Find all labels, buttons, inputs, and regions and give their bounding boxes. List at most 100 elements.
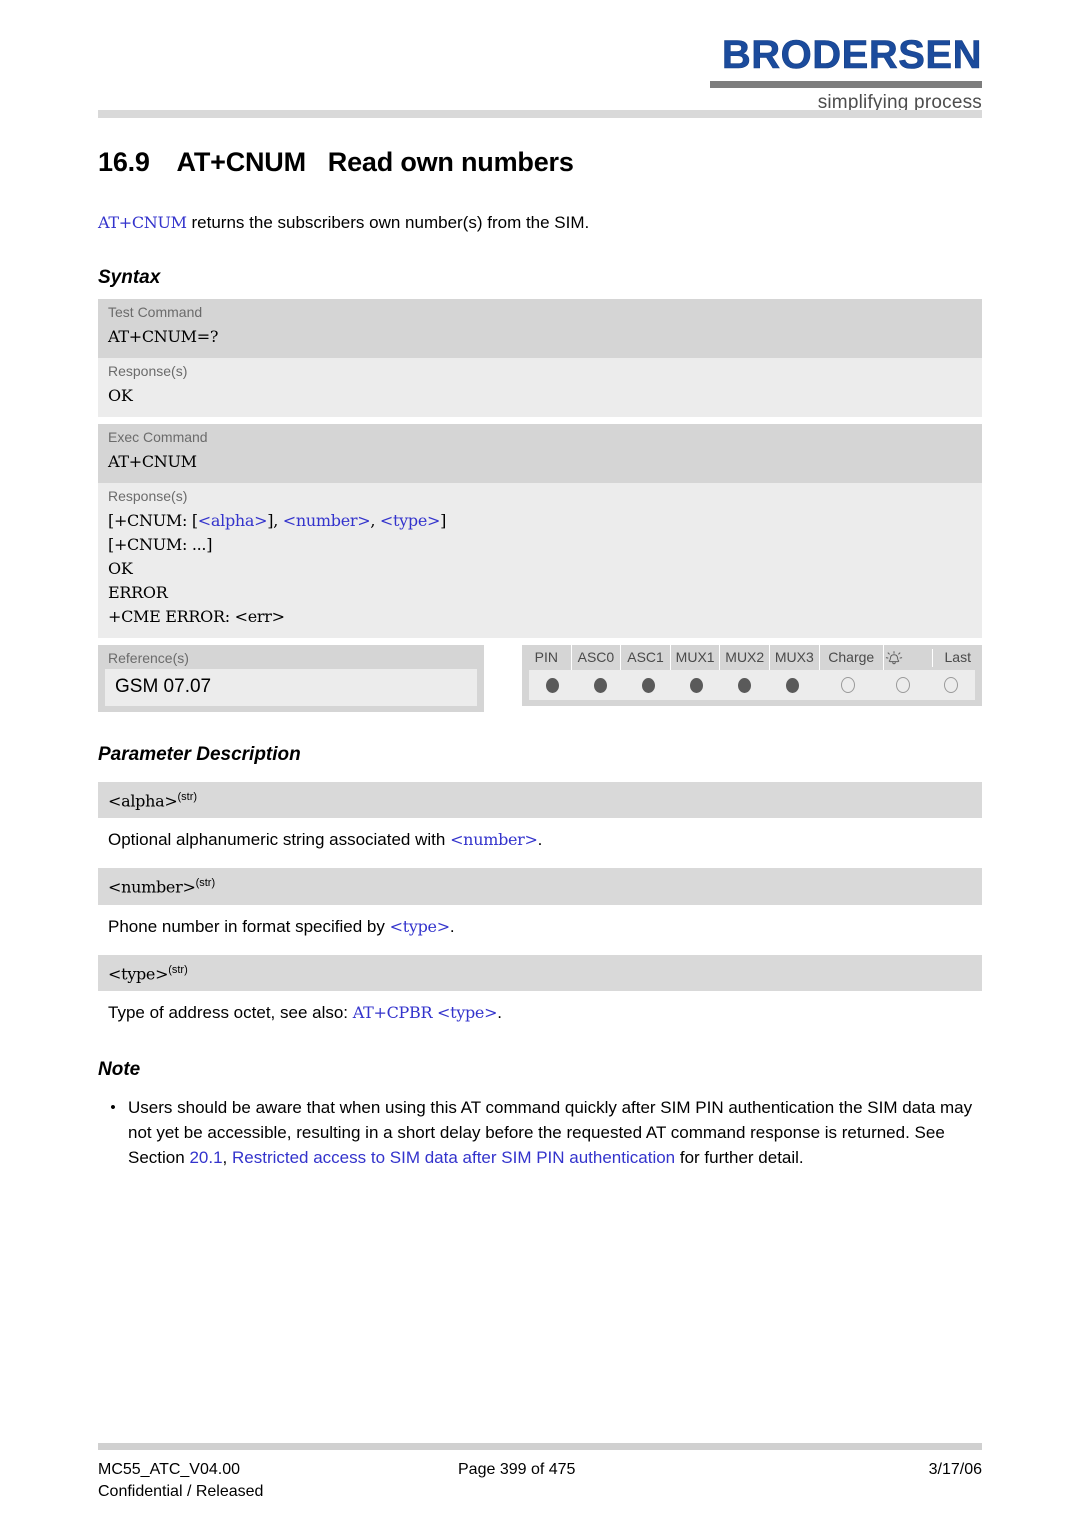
parameter-alpha-bar: <alpha>(str) — [98, 782, 982, 819]
exec-response-section: Response(s) [+CNUM: [<alpha>], <number>,… — [98, 483, 982, 638]
footer-classification: Confidential / Released — [98, 1483, 264, 1500]
footer-left: MC55_ATC_V04.00 Confidential / Released — [98, 1459, 458, 1503]
col-header-asc1: ASC1 — [621, 645, 671, 670]
parameter-number-name: <number> — [108, 877, 196, 897]
parameter-type-type: (str) — [168, 963, 188, 976]
page-content: 16.9 AT+CNUM Read own numbers AT+CNUM re… — [98, 145, 982, 1170]
note-text-comma: , — [222, 1147, 232, 1167]
col-header-mux2: MUX2 — [720, 645, 771, 670]
hollow-dot-icon — [943, 677, 958, 693]
support-cell-mux3 — [769, 677, 817, 693]
logo-wordmark: BRODERSEN — [721, 33, 982, 77]
parameter-number-bar: <number>(str) — [98, 868, 982, 905]
desc-prefix: Phone number in format specified by — [108, 916, 390, 936]
references-value: GSM 07.07 — [105, 669, 477, 706]
exec-command-label: Exec Command — [108, 429, 208, 445]
support-matrix-header: PIN ASC0 ASC1 MUX1 MUX2 MUX3 Charge Last — [522, 645, 982, 670]
intro-paragraph: AT+CNUM returns the subscribers own numb… — [98, 211, 982, 235]
response-line-3: OK — [108, 559, 133, 578]
test-command-section: Test Command AT+CNUM=? — [98, 299, 982, 358]
footer-page-number: Page 399 of 475 — [458, 1461, 576, 1478]
response-line-4: ERROR — [108, 583, 168, 602]
footer-columns: MC55_ATC_V04.00 Confidential / Released … — [98, 1459, 982, 1503]
bullet-icon: • — [110, 1098, 116, 1116]
alarm-bell-icon — [885, 650, 903, 664]
support-cell-pin — [529, 677, 577, 693]
document-page: BRODERSEN simplifying process 16.9 AT+CN… — [0, 0, 1080, 1528]
col-header-last: Last — [944, 649, 971, 665]
filled-dot-icon — [594, 677, 608, 693]
support-cell-charge — [817, 677, 879, 693]
col-header-pin: PIN — [522, 645, 572, 670]
footer-date: 3/17/06 — [928, 1461, 982, 1478]
param-type-ref: <type> — [379, 511, 441, 530]
parameter-number-description: Phone number in format specified by <typ… — [98, 905, 982, 939]
parameter-type-description: Type of address octet, see also: AT+CPBR… — [98, 991, 982, 1025]
filled-dot-icon — [642, 677, 656, 693]
note-text-part2: for further detail. — [675, 1147, 804, 1167]
support-cell-last — [927, 677, 975, 693]
test-command-label: Test Command — [108, 304, 203, 320]
filled-dot-icon — [738, 677, 752, 693]
brodersen-logo: BRODERSEN simplifying process — [710, 34, 982, 114]
col-header-mux1: MUX1 — [671, 645, 721, 670]
parameter-alpha-name: <alpha> — [108, 791, 178, 811]
test-response-section: Response(s) OK — [98, 358, 982, 417]
test-response-value: OK — [108, 386, 133, 405]
page-title: 16.9 AT+CNUM Read own numbers — [98, 147, 574, 177]
desc-code-ref: <number> — [450, 830, 538, 850]
parameter-description-heading: Parameter Description — [98, 744, 301, 765]
hollow-dot-icon — [896, 677, 911, 693]
syntax-table: Test Command AT+CNUM=? Response(s) OK Ex… — [98, 299, 982, 712]
parameter-alpha-description: Optional alphanumeric string associated … — [98, 818, 982, 852]
footer-divider — [98, 1443, 982, 1450]
parameter-number-type: (str) — [195, 877, 216, 890]
note-bullet-item: • Users should be aware that when using … — [98, 1095, 982, 1170]
references-box: Reference(s) GSM 07.07 — [98, 645, 484, 712]
parameter-alpha: <alpha>(str) Optional alphanumeric strin… — [98, 782, 982, 852]
support-matrix-body — [529, 670, 975, 700]
desc-code-ref: AT+CPBR <type> — [352, 1002, 498, 1022]
desc-suffix: . — [449, 916, 455, 936]
param-number-ref: <number> — [282, 511, 371, 530]
support-cell-asc0 — [577, 677, 625, 693]
response-line-2: [+CNUM: ...] — [108, 535, 213, 554]
support-cell-asc1 — [625, 677, 673, 693]
parameter-type: <type>(str) Type of address octet, see a… — [98, 954, 982, 1025]
filled-dot-icon — [546, 677, 560, 693]
references-label: Reference(s) — [108, 650, 189, 666]
desc-prefix: Type of address octet, see also: — [108, 1002, 353, 1022]
desc-code-ref: <type> — [389, 916, 451, 936]
desc-suffix: . — [537, 830, 543, 850]
page-header: BRODERSEN simplifying process — [0, 0, 1080, 120]
support-matrix: PIN ASC0 ASC1 MUX1 MUX2 MUX3 Charge Last — [522, 645, 982, 706]
parameter-number: <number>(str) Phone number in format spe… — [98, 868, 982, 938]
desc-suffix: . — [497, 1002, 502, 1022]
support-cell-mux1 — [673, 677, 721, 693]
param-alpha-ref: <alpha> — [197, 511, 268, 530]
hollow-dot-icon — [840, 677, 855, 693]
parameter-type-name: <type> — [108, 963, 169, 983]
filled-dot-icon — [786, 677, 800, 693]
filled-dot-icon — [690, 677, 704, 693]
col-header-mux3: MUX3 — [770, 645, 820, 670]
support-cell-alarm — [879, 677, 927, 693]
parameter-type-bar: <type>(str) — [98, 954, 982, 991]
note-link-section-title[interactable]: Restricted access to SIM data after SIM … — [232, 1148, 675, 1167]
intro-text: returns the subscribers own number(s) fr… — [186, 213, 590, 232]
exec-response-value: [+CNUM: [<alpha>], <number>, <type>] [+C… — [98, 507, 982, 638]
header-divider — [98, 110, 982, 118]
note-text: Users should be aware that when using th… — [128, 1095, 982, 1170]
response-line-1: [+CNUM: [<alpha>], <number>, <type>] — [108, 511, 447, 530]
syntax-block-exec-command: Exec Command AT+CNUM Response(s) [+CNUM:… — [98, 424, 982, 638]
note-link-section-number[interactable]: 20.1 — [189, 1148, 222, 1167]
exec-command-section: Exec Command AT+CNUM — [98, 424, 982, 483]
support-cell-mux2 — [721, 677, 769, 693]
test-response-label: Response(s) — [108, 363, 188, 379]
note-heading: Note — [98, 1058, 141, 1080]
reference-and-support-row: Reference(s) GSM 07.07 PIN ASC0 ASC1 MUX… — [98, 645, 982, 712]
exec-command-value: AT+CNUM — [108, 452, 197, 471]
exec-response-label: Response(s) — [108, 488, 188, 504]
desc-prefix: Optional alphanumeric string associated … — [108, 830, 451, 850]
intro-command-code: AT+CNUM — [98, 213, 187, 232]
